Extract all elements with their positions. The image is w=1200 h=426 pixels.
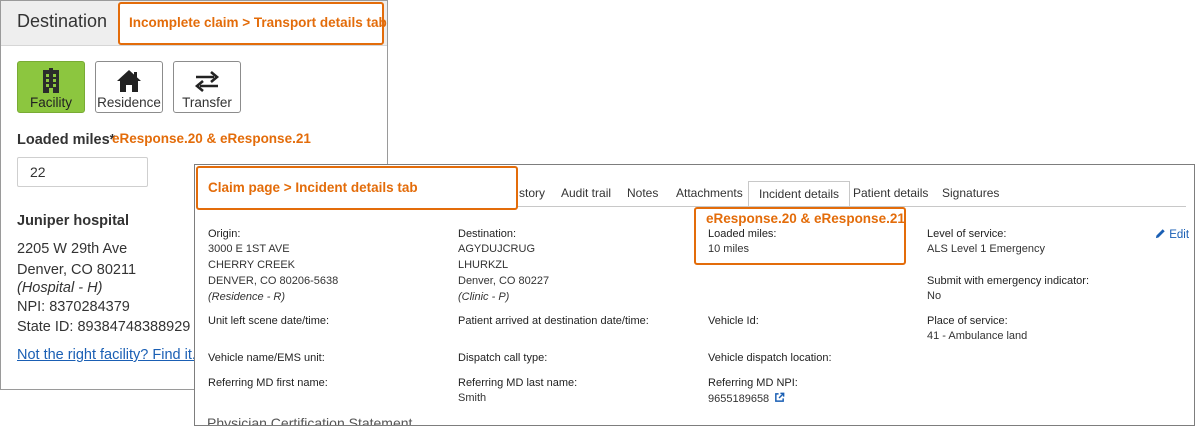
incident-eresponse-note: eResponse.20 & eResponse.21	[706, 211, 905, 226]
transport-tab-callout-text: Incomplete claim > Transport details tab	[129, 15, 387, 30]
facility-address-line1: 2205 W 29th Ave	[17, 241, 128, 257]
place-of-service-label: Place of service:	[927, 315, 1008, 327]
emergency-indicator-value: No	[927, 290, 942, 302]
origin-label: Origin:	[208, 228, 241, 240]
tab-history[interactable]: story	[519, 186, 545, 200]
transfer-arrows-icon	[174, 68, 240, 94]
transport-eresponse-note: eResponse.20 & eResponse.21	[112, 131, 311, 146]
referring-npi-number: 9655189658	[708, 393, 770, 405]
referring-last-name-value: Smith	[458, 392, 487, 404]
edit-label: Edit	[1169, 229, 1190, 241]
vehicle-name-label: Vehicle name/EMS unit:	[208, 352, 325, 364]
residence-button-label: Residence	[97, 95, 161, 110]
emergency-indicator-label: Submit with emergency indicator:	[927, 275, 1090, 287]
transfer-button-label: Transfer	[182, 95, 232, 110]
vehicle-id-label: Vehicle Id:	[708, 315, 759, 327]
tab-incident-details[interactable]: Incident details	[748, 181, 851, 207]
tab-audit-trail[interactable]: Audit trail	[561, 186, 611, 200]
unit-left-scene-label: Unit left scene date/time:	[208, 315, 330, 327]
dispatch-call-type-label: Dispatch call type:	[458, 352, 548, 364]
building-icon	[18, 68, 84, 94]
physician-certification-heading: Physician Certification Statement	[207, 415, 413, 426]
vehicle-dispatch-location-label: Vehicle dispatch location:	[708, 352, 832, 364]
pencil-icon	[1155, 229, 1165, 239]
destination-line3: Denver, CO 80227	[458, 275, 550, 287]
level-of-service-label: Level of service:	[927, 228, 1007, 240]
facility-address-line2: Denver, CO 80211	[17, 262, 137, 278]
referring-npi-value: 9655189658	[708, 392, 785, 405]
referring-first-name-label: Referring MD first name:	[208, 377, 328, 389]
destination-label: Destination:	[458, 228, 517, 240]
place-of-service-value: 41 - Ambulance land	[927, 330, 1028, 342]
facility-button[interactable]: Facility	[17, 61, 85, 113]
tab-attachments[interactable]: Attachments	[676, 186, 743, 200]
facility-npi: NPI: 8370284379	[17, 299, 130, 315]
destination-line1: AGYDUJCRUG	[458, 243, 536, 255]
loaded-miles-label: Loaded miles*	[17, 132, 116, 148]
destination-line2: LHURKZL	[458, 259, 509, 271]
external-link-icon[interactable]	[774, 392, 785, 403]
origin-type: (Residence - R)	[208, 291, 286, 303]
level-of-service-value: ALS Level 1 Emergency	[927, 243, 1046, 255]
origin-line2: CHERRY CREEK	[208, 259, 296, 271]
patient-arrived-label: Patient arrived at destination date/time…	[458, 315, 649, 327]
referring-npi-label: Referring MD NPI:	[708, 377, 798, 389]
incident-tab-callout-text: Claim page > Incident details tab	[208, 180, 418, 195]
destination-type: (Clinic - P)	[458, 291, 510, 303]
origin-line3: DENVER, CO 80206-5638	[208, 275, 339, 287]
residence-button[interactable]: Residence	[95, 61, 163, 113]
tab-patient-details[interactable]: Patient details	[853, 186, 928, 200]
facility-name: Juniper hospital	[17, 213, 129, 229]
tab-notes[interactable]: Notes	[627, 186, 658, 200]
referring-last-name-label: Referring MD last name:	[458, 377, 578, 389]
origin-line1: 3000 E 1ST AVE	[208, 243, 290, 255]
facility-button-label: Facility	[29, 95, 72, 110]
facility-state-id: State ID: 89384748388929	[17, 319, 191, 335]
facility-type: (Hospital - H)	[17, 280, 103, 296]
edit-button[interactable]: Edit	[1155, 228, 1189, 241]
find-facility-link[interactable]: Not the right facility? Find it.	[17, 347, 196, 363]
transfer-button[interactable]: Transfer	[173, 61, 241, 113]
loaded-miles-input[interactable]: 22	[17, 157, 148, 187]
house-icon	[96, 68, 162, 94]
destination-title: Destination	[17, 11, 108, 31]
tab-signatures[interactable]: Signatures	[942, 186, 999, 200]
